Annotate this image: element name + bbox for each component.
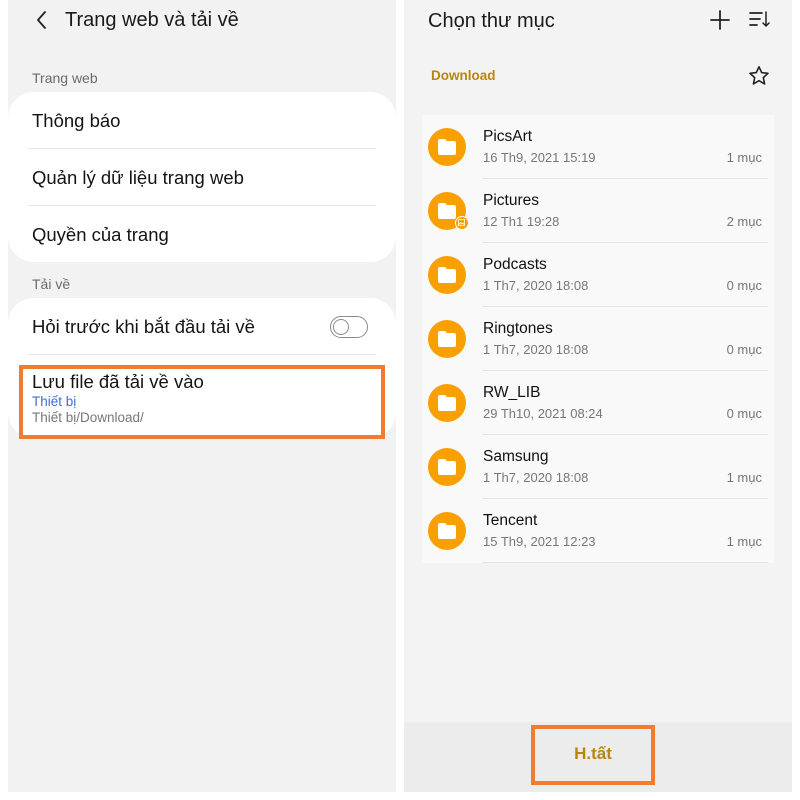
- divider: [483, 562, 768, 563]
- folder-item-rw-lib[interactable]: RW_LIB 29 Th10, 2021 08:24 0 mục: [422, 371, 774, 435]
- browser-settings-panel: Trang web và tải về Trang web Thông báo …: [8, 0, 396, 792]
- folder-icon: [428, 512, 466, 550]
- page-title: Trang web và tải về: [65, 9, 239, 31]
- folder-picker-title: Chọn thư mục: [428, 10, 555, 32]
- folder-icon: [428, 448, 466, 486]
- folder-name: Podcasts: [483, 256, 547, 273]
- folder-item-count: 1 mục: [726, 470, 762, 485]
- ask-before-download-toggle[interactable]: [330, 316, 368, 338]
- folder-icon: [428, 384, 466, 422]
- settings-header: Trang web và tải về: [8, 0, 396, 44]
- folder-date: 1 Th7, 2020 18:08: [483, 278, 589, 293]
- folder-name: PicsArt: [483, 128, 533, 145]
- folder-item-count: 0 mục: [726, 278, 762, 293]
- folder-item-count: 0 mục: [726, 406, 762, 421]
- folder-date: 1 Th7, 2020 18:08: [483, 470, 589, 485]
- star-icon[interactable]: [747, 64, 771, 88]
- save-location-item[interactable]: [19, 365, 385, 439]
- site-permissions-item[interactable]: Quyền của trang: [32, 223, 169, 247]
- folder-picker-panel: Chọn thư mục Download PicsArt 16 Th9, 20…: [404, 0, 792, 792]
- folder-item-count: 1 mục: [726, 150, 762, 165]
- folder-name: Tencent: [483, 512, 538, 529]
- section-label-download: Tải về: [32, 276, 71, 292]
- divider: [28, 205, 376, 206]
- folder-name: Samsung: [483, 448, 549, 465]
- image-icon: [455, 216, 469, 230]
- folder-icon: [428, 192, 469, 230]
- folder-date: 12 Th1 19:28: [483, 214, 560, 229]
- folder-date: 16 Th9, 2021 15:19: [483, 150, 596, 165]
- folder-date: 15 Th9, 2021 12:23: [483, 534, 596, 549]
- current-path-breadcrumb[interactable]: Download: [431, 68, 496, 83]
- folder-icon: [428, 256, 466, 294]
- folder-date: 1 Th7, 2020 18:08: [483, 342, 589, 357]
- sort-icon[interactable]: [748, 8, 770, 30]
- folder-list: PicsArt 16 Th9, 2021 15:19 1 mục Picture…: [422, 115, 774, 563]
- folder-name: Pictures: [483, 192, 539, 209]
- folder-name: Ringtones: [483, 320, 553, 337]
- folder-item-pictures[interactable]: Pictures 12 Th1 19:28 2 mục: [422, 179, 774, 243]
- folder-item-podcasts[interactable]: Podcasts 1 Th7, 2020 18:08 0 mục: [422, 243, 774, 307]
- back-icon[interactable]: [30, 8, 54, 32]
- site-data-item[interactable]: Quản lý dữ liệu trang web: [32, 166, 244, 190]
- folder-date: 29 Th10, 2021 08:24: [483, 406, 603, 421]
- folder-icon: [428, 320, 466, 358]
- plus-icon[interactable]: [708, 8, 732, 32]
- folder-item-samsung[interactable]: Samsung 1 Th7, 2020 18:08 1 mục: [422, 435, 774, 499]
- web-settings-card: Thông báo Quản lý dữ liệu trang web Quyề…: [8, 92, 396, 262]
- ask-before-download-item[interactable]: Hỏi trước khi bắt đầu tải về: [32, 315, 255, 339]
- toggle-knob: [333, 318, 349, 335]
- divider: [28, 354, 376, 355]
- section-label-web: Trang web: [32, 70, 98, 86]
- folder-item-ringtones[interactable]: Ringtones 1 Th7, 2020 18:08 0 mục: [422, 307, 774, 371]
- divider: [28, 148, 376, 149]
- done-button[interactable]: H.tất: [531, 725, 655, 785]
- notifications-item[interactable]: Thông báo: [32, 109, 120, 133]
- folder-name: RW_LIB: [483, 384, 541, 401]
- folder-icon: [428, 128, 466, 166]
- folder-item-count: 0 mục: [726, 342, 762, 357]
- folder-item-count: 2 mục: [726, 214, 762, 229]
- done-label: H.tất: [574, 744, 612, 763]
- folder-item-tencent[interactable]: Tencent 15 Th9, 2021 12:23 1 mục: [422, 499, 774, 563]
- folder-item-picsart[interactable]: PicsArt 16 Th9, 2021 15:19 1 mục: [422, 115, 774, 179]
- folder-item-count: 1 mục: [726, 534, 762, 549]
